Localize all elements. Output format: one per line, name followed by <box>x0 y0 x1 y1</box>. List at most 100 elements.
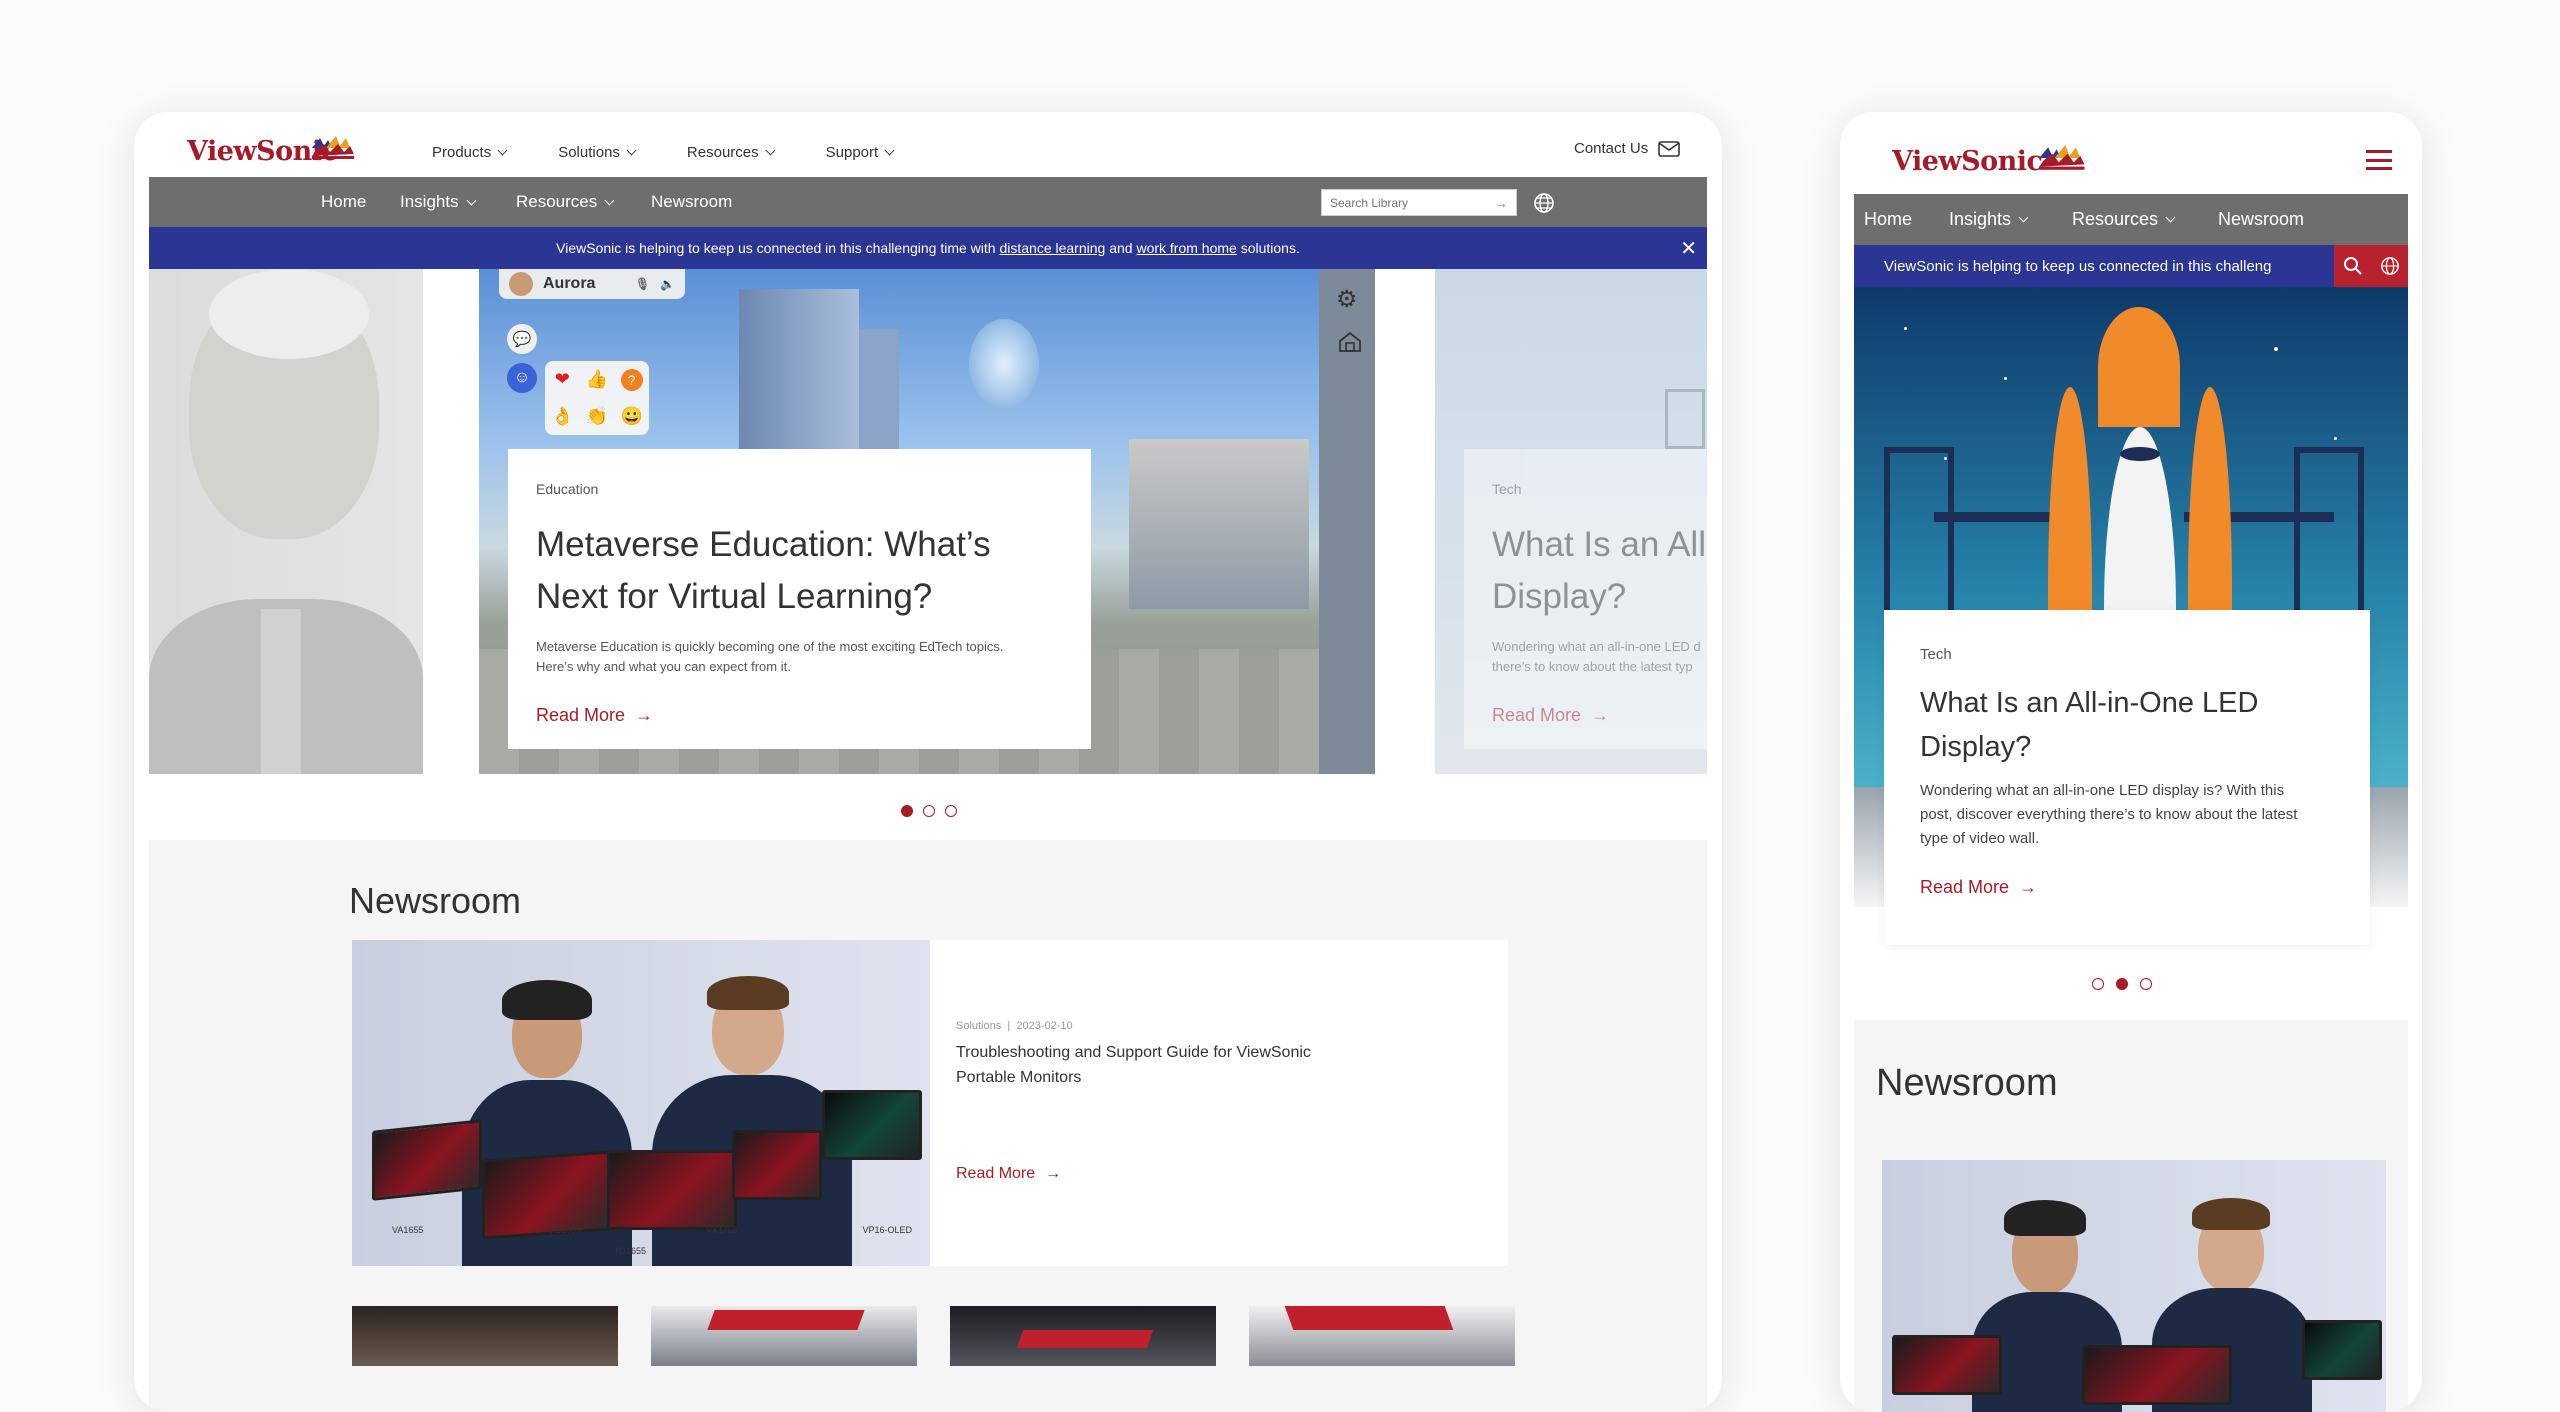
card-title[interactable]: What Is an All- Display? <box>1492 519 1707 623</box>
heart-reaction[interactable]: ❤ <box>555 369 570 390</box>
featured-article-card: Education Metaverse Education: What’s Ne… <box>508 449 1091 749</box>
birds-logo-icon <box>312 136 354 159</box>
subnav-resources[interactable]: Resources <box>2072 209 2176 230</box>
mobile-article-card: Tech What Is an All-in-One LED Display? … <box>1884 610 2370 945</box>
nav-support[interactable]: Support <box>826 144 895 161</box>
article-meta: Solutions | 2023-02-10 <box>956 1020 1073 1032</box>
smile-reaction[interactable]: 😀 <box>620 406 642 427</box>
close-icon[interactable]: ✕ <box>1680 236 1697 261</box>
carousel-dot[interactable] <box>901 805 913 817</box>
subnav-home[interactable]: Home <box>1864 209 1912 230</box>
subnav-newsroom[interactable]: Newsroom <box>651 192 732 212</box>
portable-monitor <box>1892 1335 2002 1395</box>
chevron-down-icon <box>2165 212 2176 223</box>
home-building-icon[interactable] <box>1338 331 1362 353</box>
arrow-right-icon[interactable]: → <box>1494 195 1508 211</box>
card-description-line: Wondering what an all-in-one LED d <box>1492 639 1701 654</box>
newsroom-section: Newsroom VA1655 VG1655 VX1755 VP16-OLED <box>149 840 1707 1412</box>
carousel-dot[interactable] <box>2092 978 2104 990</box>
question-reaction[interactable]: ? <box>620 368 643 391</box>
emoji-icon[interactable]: ☺ <box>507 363 537 393</box>
read-more-link[interactable]: Read More → <box>536 705 1063 726</box>
card-description-line: Here’s why and what you can expect from … <box>536 659 791 674</box>
card-description-line: Wondering what an all-in-one LED display… <box>1920 782 2285 799</box>
carousel-dot[interactable] <box>2140 978 2152 990</box>
arrow-right-icon: → <box>1045 1165 1062 1182</box>
news-thumbnail[interactable] <box>352 1306 618 1366</box>
portable-monitor <box>732 1130 822 1200</box>
reactions-panel: ❤ 👍 ? 👌 👏 😀 <box>545 361 649 435</box>
card-title-line: Metaverse Education: What’s <box>536 525 991 564</box>
card-category: Tech <box>1492 481 1522 497</box>
card-description-line: Metaverse Education is quickly becoming … <box>536 639 1004 654</box>
card-description: Metaverse Education is quickly becoming … <box>536 637 1063 677</box>
portable-monitor <box>2082 1345 2232 1405</box>
chat-icon[interactable]: 💬 <box>507 324 537 354</box>
carousel-dot[interactable] <box>945 805 957 817</box>
monitor-label: TD1655 <box>614 1246 647 1256</box>
clap-reaction[interactable]: 👏 <box>586 406 608 427</box>
portable-monitor <box>822 1090 922 1160</box>
nav-solutions[interactable]: Solutions <box>558 144 637 161</box>
newsroom-heading: Newsroom <box>1876 1062 2058 1104</box>
search-field[interactable]: → <box>1321 189 1517 216</box>
mic-icon[interactable]: 🎙 <box>635 277 650 291</box>
next-article-card: Tech What Is an All- Display? Wondering … <box>1464 449 1707 749</box>
article-title-line: Portable Monitors <box>956 1069 1082 1086</box>
newsroom-feature-image[interactable]: VA1655 VG1655 VX1755 VP16-OLED TD1655 <box>352 940 930 1266</box>
banner-text: ViewSonic is helping to keep us connecte… <box>1884 257 2272 275</box>
globe-icon[interactable] <box>1533 192 1555 214</box>
hero-carousel: Aurora 🎙 🔈 💬 ☺ ❤ 👍 ? 👌 👏 😀 ⚙ Education M… <box>149 269 1707 774</box>
subnav-home[interactable]: Home <box>321 192 366 212</box>
subnav-insights[interactable]: Insights <box>1949 209 2029 230</box>
work-from-home-link[interactable]: work from home <box>1136 240 1236 256</box>
nav-products[interactable]: Products <box>432 144 508 161</box>
news-thumbnail[interactable] <box>651 1306 917 1366</box>
card-description: Wondering what an all-in-one LED display… <box>1920 779 2334 851</box>
card-title-line: Display? <box>1920 731 2032 763</box>
contact-us-link[interactable]: Contact Us <box>1574 140 1681 157</box>
carousel-dot[interactable] <box>2116 978 2128 990</box>
speaker-icon[interactable]: 🔈 <box>660 277 685 291</box>
distance-learning-link[interactable]: distance learning <box>999 240 1105 256</box>
chevron-down-icon <box>884 145 895 156</box>
subnav-newsroom[interactable]: Newsroom <box>2218 209 2304 230</box>
search-icon[interactable] <box>2343 256 2363 276</box>
ok-hand-reaction[interactable]: 👌 <box>551 406 573 427</box>
carousel-dot[interactable] <box>923 805 935 817</box>
mobile-sub-nav: Home Insights Resources Newsroom <box>1854 194 2408 245</box>
card-description-line: type of video wall. <box>1920 830 2040 847</box>
announcement-banner: ViewSonic is helping to keep us connecte… <box>1854 245 2408 287</box>
desktop-preview-frame: ViewSonic Products Solutions Resources S… <box>134 112 1722 1412</box>
subnav-resources[interactable]: Resources <box>516 192 615 212</box>
chevron-down-icon <box>626 145 637 156</box>
newsroom-feature-image[interactable] <box>1882 1160 2386 1412</box>
card-description-line: post, discover everything there’s to kno… <box>1920 806 2298 823</box>
globe-icon[interactable] <box>2380 256 2400 276</box>
article-title[interactable]: Troubleshooting and Support Guide for Vi… <box>956 1040 1311 1090</box>
prev-slide-image[interactable] <box>149 269 423 774</box>
card-title[interactable]: What Is an All-in-One LED Display? <box>1920 681 2334 769</box>
carousel-dots <box>2092 978 2152 990</box>
hamburger-menu-icon[interactable] <box>2366 150 2392 170</box>
thumbs-up-reaction[interactable]: 👍 <box>586 369 608 390</box>
search-input[interactable] <box>1330 195 1480 210</box>
card-title[interactable]: Metaverse Education: What’s Next for Vir… <box>536 519 1063 623</box>
news-thumbnail[interactable] <box>950 1306 1216 1366</box>
user-name: Aurora <box>543 275 596 292</box>
nav-resources[interactable]: Resources <box>687 144 776 161</box>
subnav-insights[interactable]: Insights <box>400 192 477 212</box>
contact-us-label: Contact Us <box>1574 140 1649 157</box>
read-more-link[interactable]: Read More → <box>1492 705 1696 726</box>
card-title-line: What Is an All- <box>1492 525 1707 564</box>
read-more-link[interactable]: Read More → <box>956 1165 1061 1183</box>
carousel-dots <box>901 805 957 817</box>
news-thumbnail[interactable] <box>1249 1306 1515 1366</box>
newsroom-feature-card: VA1655 VG1655 VX1755 VP16-OLED TD1655 So… <box>352 940 1508 1266</box>
article-title-line: Troubleshooting and Support Guide for Vi… <box>956 1044 1311 1061</box>
settings-gear-icon[interactable]: ⚙ <box>1336 285 1358 314</box>
read-more-link[interactable]: Read More → <box>1920 877 2334 898</box>
card-description-line: there’s to know about the latest typ <box>1492 659 1693 674</box>
portable-monitor <box>2302 1320 2382 1380</box>
viewsonic-logo[interactable]: ViewSonic <box>1892 146 2043 177</box>
